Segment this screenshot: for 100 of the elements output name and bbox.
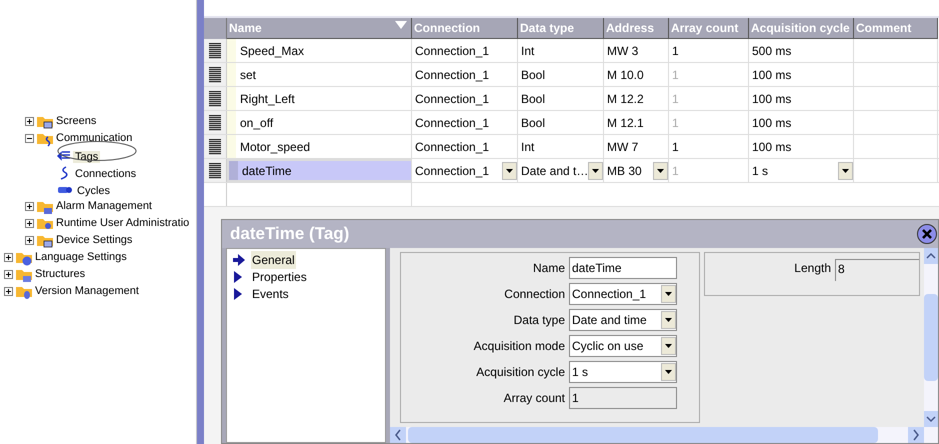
- dropdown-button[interactable]: [661, 337, 676, 355]
- dropdown-button[interactable]: [661, 311, 676, 329]
- scroll-down-icon[interactable]: [924, 411, 938, 427]
- expand-icon[interactable]: [4, 253, 13, 262]
- table-cell: Connection_1: [412, 63, 518, 86]
- table-cell: Bool: [518, 111, 604, 134]
- header-corner: [204, 18, 227, 39]
- field-label: Array count: [504, 390, 565, 407]
- row-handle[interactable]: [204, 135, 227, 158]
- field-label: Name: [532, 260, 565, 277]
- scroll-right-icon[interactable]: [908, 427, 924, 443]
- table-cell[interactable]: Date and t…: [518, 159, 604, 182]
- table-cell[interactable]: MB 30: [604, 159, 669, 182]
- dialog-title: dateTime (Tag): [230, 223, 350, 246]
- tree-item[interactable]: Connections: [73, 168, 138, 180]
- dropdown-button[interactable]: [661, 363, 676, 381]
- table-cell: 1: [669, 135, 749, 158]
- table-cell: Bool: [518, 87, 604, 110]
- table-cell[interactable]: Connection_1: [412, 159, 518, 182]
- table-cell: Int: [518, 39, 604, 62]
- dropdown-field[interactable]: Date and time: [569, 309, 677, 331]
- expand-icon[interactable]: [4, 287, 13, 296]
- field-label: Length: [794, 260, 831, 277]
- field-label: Connection: [504, 286, 565, 303]
- list-icon: [57, 150, 71, 162]
- expand-icon[interactable]: [25, 219, 34, 228]
- dropdown-field[interactable]: Connection_1: [569, 283, 677, 305]
- nav-item[interactable]: Properties: [251, 268, 308, 286]
- name-cell: dateTime: [227, 159, 412, 182]
- table-cell: 1: [669, 111, 749, 134]
- table-cell: 100 ms: [749, 111, 854, 134]
- input-field: 8: [835, 259, 919, 281]
- sort-icon: [395, 21, 407, 29]
- table-cell: MW 7: [604, 135, 669, 158]
- tree-item[interactable]: Language Settings: [35, 249, 127, 266]
- caret-icon: [592, 168, 600, 172]
- row-handle[interactable]: [204, 87, 227, 110]
- name-cell: Speed_Max: [227, 39, 412, 62]
- close-icon: [922, 229, 932, 239]
- tree-item[interactable]: Alarm Management: [56, 198, 152, 215]
- tree-item[interactable]: Version Management: [35, 283, 139, 300]
- dropdown-field[interactable]: Cyclic on use: [569, 335, 677, 357]
- caret-icon: [665, 292, 672, 296]
- dropdown-button[interactable]: [661, 285, 676, 303]
- caret-icon: [665, 318, 672, 322]
- vertical-scrollbar[interactable]: [924, 248, 938, 427]
- expand-icon[interactable]: [25, 202, 34, 211]
- scroll-up-icon[interactable]: [924, 248, 938, 264]
- expand-icon[interactable]: [25, 236, 34, 245]
- caret-icon: [665, 370, 672, 374]
- table-cell: MW 3: [604, 39, 669, 62]
- expand-icon[interactable]: [25, 117, 34, 126]
- table-cell: Connection_1: [412, 111, 518, 134]
- dropdown-button[interactable]: [588, 162, 604, 180]
- row-handle[interactable]: [204, 63, 227, 86]
- table-cell: M 10.0: [604, 63, 669, 86]
- field-label: Acquisition cycle: [476, 364, 565, 381]
- nav-item[interactable]: Events: [251, 284, 290, 302]
- caret-icon: [657, 168, 664, 172]
- field-label: Data type: [514, 312, 565, 329]
- row-handle[interactable]: [204, 39, 227, 62]
- table-cell: Connection_1: [412, 135, 518, 158]
- tree-item[interactable]: Cycles: [75, 184, 112, 196]
- row-handle[interactable]: [204, 111, 227, 134]
- table-cell: 100 ms: [749, 135, 854, 158]
- table-cell: M 12.1: [604, 111, 669, 134]
- tree-item[interactable]: Screens: [56, 113, 96, 130]
- close-button[interactable]: [917, 224, 937, 244]
- caret-icon: [842, 168, 849, 172]
- table-cell: Connection_1: [412, 39, 518, 62]
- name-cell: Right_Left: [227, 87, 412, 110]
- input-field[interactable]: dateTime: [569, 257, 677, 279]
- table-cell[interactable]: 1 s: [749, 159, 854, 182]
- table-cell: Connection_1: [412, 87, 518, 110]
- table-cell: Bool: [518, 63, 604, 86]
- name-cell: set: [227, 63, 412, 86]
- row-handle[interactable]: [204, 159, 227, 182]
- dropdown-button[interactable]: [838, 162, 853, 180]
- name-cell: Motor_speed: [227, 135, 412, 158]
- dropdown-button[interactable]: [653, 162, 668, 180]
- table-cell: Int: [518, 135, 604, 158]
- field-label: Acquisition mode: [474, 338, 565, 355]
- table-cell: 1: [669, 87, 749, 110]
- caret-icon: [665, 344, 672, 348]
- tree-item[interactable]: Structures: [35, 266, 86, 283]
- nav-item[interactable]: General: [251, 250, 296, 268]
- tree-item[interactable]: Communication: [56, 130, 132, 147]
- table-cell: M 12.2: [604, 87, 669, 110]
- dropdown-field[interactable]: 1 s: [569, 361, 677, 383]
- table-cell: 100 ms: [749, 63, 854, 86]
- arrow-icon: [233, 254, 245, 266]
- horizontal-scrollbar[interactable]: [390, 427, 938, 443]
- tree-item[interactable]: Runtime User Administratio: [56, 215, 190, 232]
- table-cell: 1: [669, 39, 749, 62]
- tree-item[interactable]: Tags: [73, 150, 100, 162]
- scroll-left-icon[interactable]: [390, 427, 406, 443]
- collapse-icon[interactable]: [25, 134, 34, 143]
- tree-item[interactable]: Device Settings: [56, 232, 132, 249]
- dropdown-button[interactable]: [502, 162, 517, 180]
- expand-icon[interactable]: [4, 270, 13, 279]
